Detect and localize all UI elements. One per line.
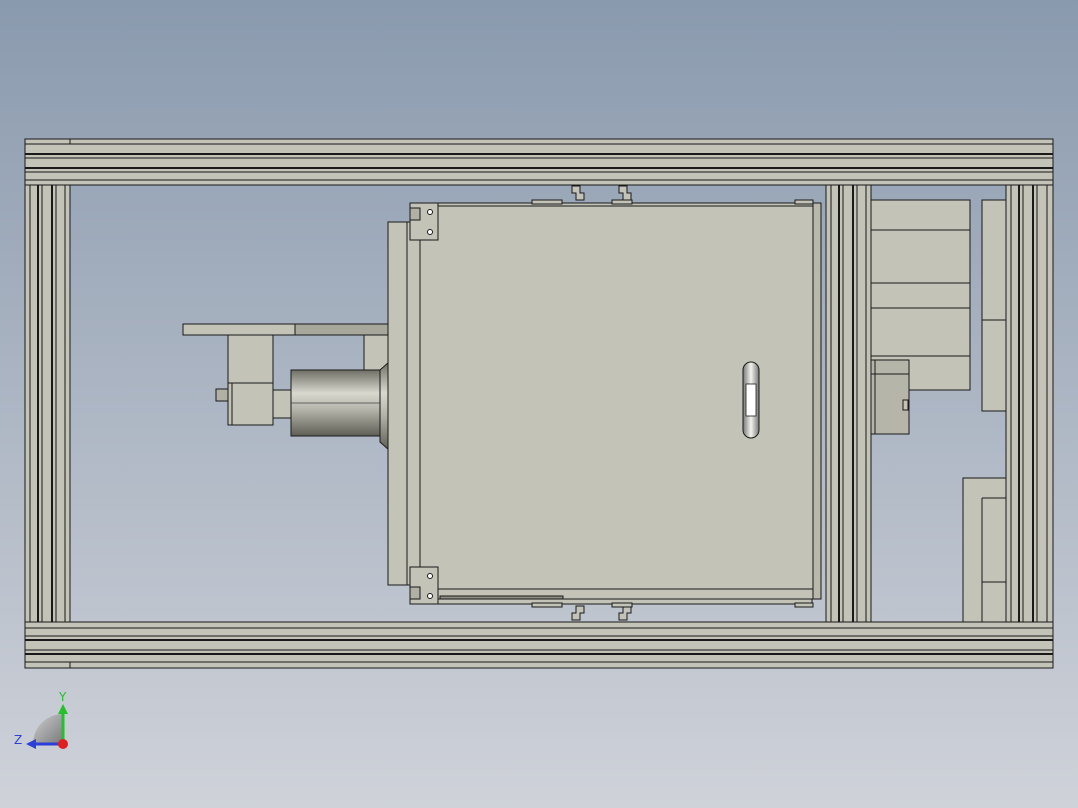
enclosure[interactable] [387, 185, 822, 621]
side-panel-upper[interactable] [981, 199, 1007, 412]
hinge-top[interactable] [409, 202, 439, 241]
door-handle[interactable] [742, 361, 760, 439]
top-rail[interactable] [24, 138, 1054, 186]
x-axis-dot [58, 739, 68, 749]
z-axis-label: Z [14, 733, 22, 747]
gearbox[interactable] [227, 382, 274, 426]
cad-canvas[interactable]: Y Z [0, 0, 1078, 808]
shaft-stub[interactable] [215, 388, 229, 402]
cad-viewport[interactable]: Y Z [0, 0, 1078, 808]
stepper-motor[interactable] [870, 359, 910, 435]
side-panel-lower[interactable] [962, 477, 1007, 623]
right-post[interactable] [1005, 184, 1054, 623]
hinge-bottom[interactable] [409, 566, 439, 605]
middle-post[interactable] [825, 184, 872, 623]
bottom-rail[interactable] [24, 621, 1054, 669]
left-post[interactable] [24, 184, 71, 623]
door-frame[interactable] [387, 221, 421, 586]
y-axis-label: Y [58, 690, 67, 704]
bracket[interactable] [227, 334, 274, 386]
